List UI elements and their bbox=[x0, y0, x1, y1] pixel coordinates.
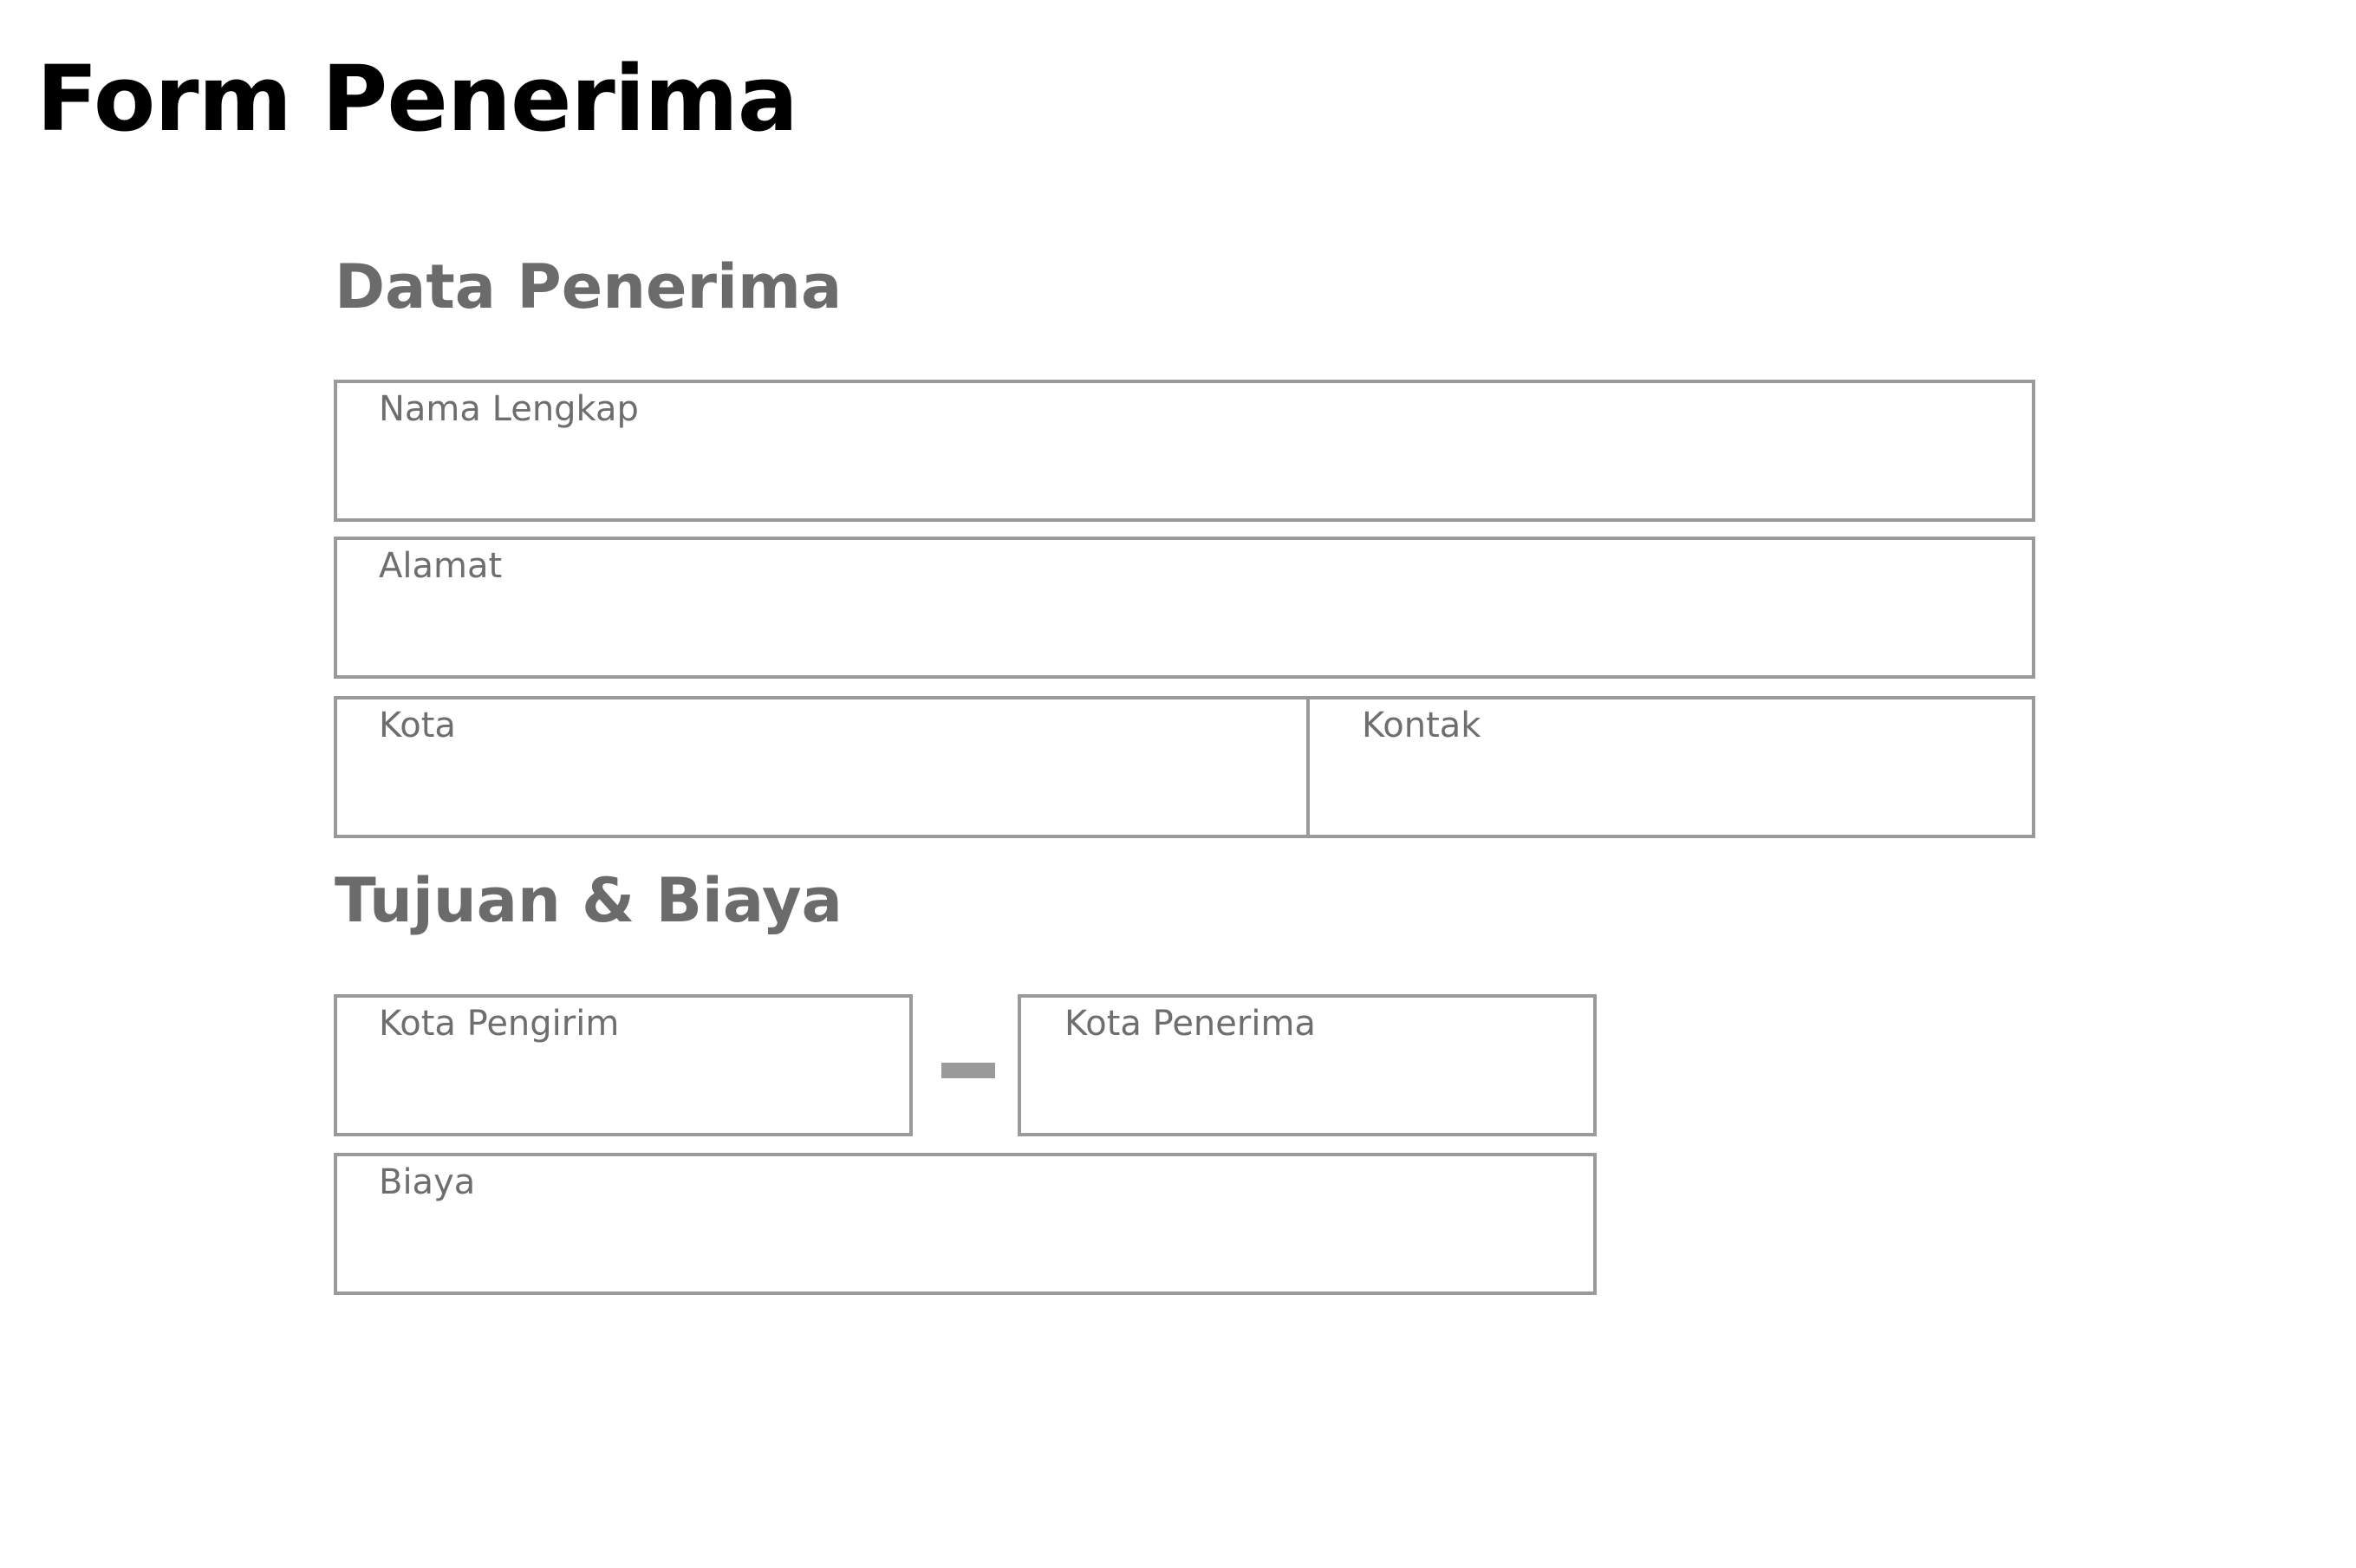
alamat-field[interactable]: Alamat bbox=[334, 537, 2035, 679]
page-title: Form Penerima bbox=[36, 46, 798, 152]
section-title-tujuan-biaya: Tujuan & Biaya bbox=[335, 865, 843, 936]
kota-pengirim-label: Kota Pengirim bbox=[379, 1004, 620, 1044]
alamat-input[interactable] bbox=[379, 594, 2014, 663]
kota-penerima-label: Kota Penerima bbox=[1064, 1004, 1316, 1044]
form-penerima-page: { "page": { "title": "Form Penerima" }, … bbox=[0, 0, 2356, 1568]
alamat-label: Alamat bbox=[379, 546, 503, 586]
kota-pengirim-input[interactable] bbox=[379, 1051, 892, 1121]
kontak-input[interactable] bbox=[1362, 753, 2014, 823]
kota-penerima-input[interactable] bbox=[1064, 1051, 1576, 1121]
kota-field[interactable]: Kota bbox=[334, 696, 1310, 838]
nama-lengkap-input[interactable] bbox=[379, 437, 2014, 506]
section-title-data-penerima: Data Penerima bbox=[335, 251, 843, 322]
kontak-field[interactable]: Kontak bbox=[1306, 696, 2035, 838]
kota-penerima-field[interactable]: Kota Penerima bbox=[1018, 994, 1597, 1136]
kota-label: Kota bbox=[379, 706, 456, 745]
kota-input[interactable] bbox=[379, 753, 1289, 823]
biaya-label: Biaya bbox=[379, 1162, 476, 1202]
biaya-field[interactable]: Biaya bbox=[334, 1153, 1597, 1295]
route-separator-dash bbox=[941, 1063, 995, 1078]
nama-lengkap-label: Nama Lengkap bbox=[379, 389, 639, 429]
biaya-input[interactable] bbox=[379, 1210, 1576, 1279]
nama-lengkap-field[interactable]: Nama Lengkap bbox=[334, 380, 2035, 522]
kota-pengirim-field[interactable]: Kota Pengirim bbox=[334, 994, 913, 1136]
kontak-label: Kontak bbox=[1362, 706, 1481, 745]
